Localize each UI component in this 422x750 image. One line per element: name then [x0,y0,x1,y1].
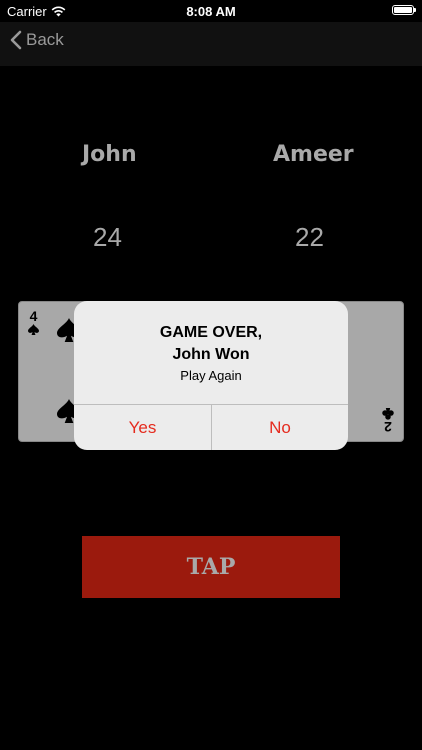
chevron-left-icon [10,30,22,50]
card-rank-label: 2 [382,406,394,435]
no-button[interactable]: No [212,405,348,450]
alert-message: Play Again [180,368,242,383]
clock: 8:08 AM [186,4,236,19]
alert-title-line1: GAME OVER, [159,324,263,341]
status-bar: Carrier 8:08 AM [0,0,422,22]
player-1-name: John [82,142,137,167]
card-rank-label: 4 [28,309,39,337]
spade-icon [28,324,39,335]
game-screen: Carrier 8:08 AM Back John Ameer 24 22 4 [0,0,422,750]
player-1-score: 24 [93,222,122,252]
tap-button[interactable]: TAP [82,536,340,598]
yes-button[interactable]: Yes [74,405,211,450]
navigation-bar: Back [0,22,422,66]
back-button[interactable]: Back [10,30,64,50]
alert-title: GAME OVER, John Won [74,322,348,366]
player-2-name: Ameer [273,142,354,167]
alert-title-line2: John Won [172,346,250,363]
club-icon [382,408,394,420]
battery-icon [392,5,416,15]
back-label: Back [26,30,64,49]
game-over-alert: GAME OVER, John Won Play Again Yes No [74,301,348,450]
player-2-score: 22 [295,222,324,252]
